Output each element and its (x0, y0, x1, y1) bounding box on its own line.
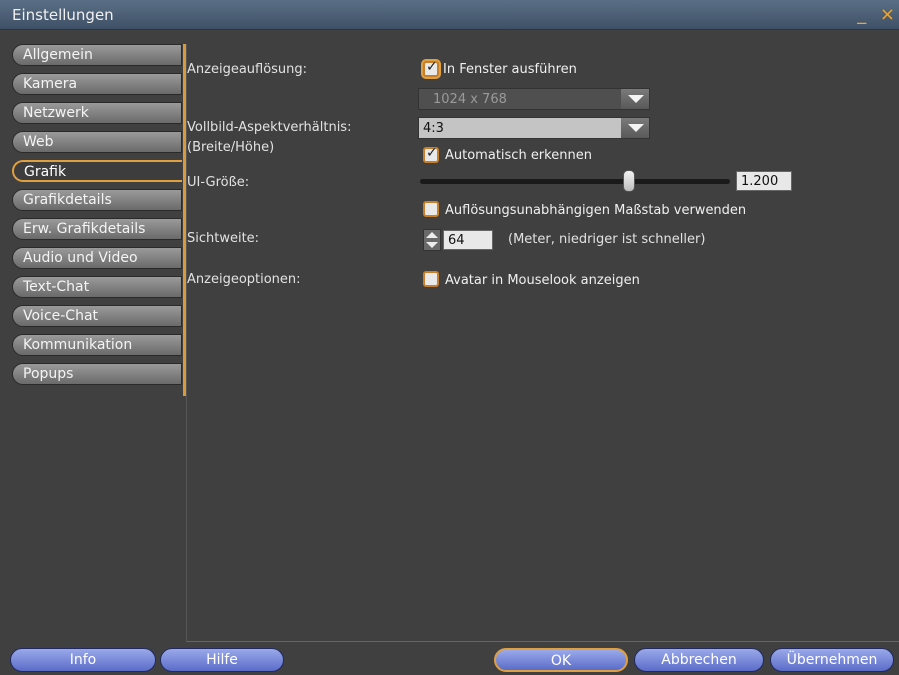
window-title: Einstellungen (12, 6, 114, 24)
resolution-select-value: 1024 x 768 (433, 92, 507, 107)
mouselook-checkbox[interactable] (423, 271, 439, 287)
resolution-independent-checkbox[interactable] (423, 201, 439, 217)
arrow-down-icon[interactable] (426, 242, 438, 248)
info-button[interactable]: Info (10, 648, 156, 672)
checkmark-icon: ✓ (426, 145, 438, 161)
tab-popups[interactable]: Popups (12, 363, 182, 385)
aspect-select[interactable]: 4:3 (418, 117, 650, 139)
title-bar[interactable]: Einstellungen _ × (0, 0, 899, 30)
ok-button[interactable]: OK (494, 648, 628, 672)
tab-kommunikation[interactable]: Kommunikation (12, 334, 182, 356)
draw-distance-input[interactable]: 64 (443, 230, 493, 250)
ui-size-label: UI-Größe: (187, 175, 250, 190)
apply-button[interactable]: Übernehmen (770, 648, 894, 672)
arrow-up-icon[interactable] (426, 232, 438, 238)
auto-detect-checkbox-label: Automatisch erkennen (445, 148, 592, 163)
draw-distance-label: Sichtweite: (187, 231, 260, 246)
tab-allgemein[interactable]: Allgemein (12, 44, 182, 66)
aspect-select-value: 4:3 (423, 121, 444, 136)
display-options-label: Anzeigeoptionen: (187, 272, 301, 287)
checkmark-icon: ✓ (426, 59, 438, 75)
tab-erw-grafikdetails[interactable]: Erw. Grafikdetails (12, 218, 182, 240)
preferences-window: Einstellungen _ × Allgemein Kamera Netzw… (0, 0, 899, 675)
ui-size-value[interactable]: 1.200 (736, 171, 792, 191)
tab-grafikdetails[interactable]: Grafikdetails (12, 189, 182, 211)
tab-web[interactable]: Web (12, 131, 182, 153)
tab-grafik[interactable]: Grafik (12, 160, 182, 182)
tab-voice-chat[interactable]: Voice-Chat (12, 305, 182, 327)
aspect-label: Vollbild-Aspektverhältnis: (187, 120, 352, 135)
help-button[interactable]: Hilfe (160, 648, 284, 672)
cancel-button[interactable]: Abbrechen (634, 648, 764, 672)
resolution-label: Anzeigeauflösung: (187, 62, 308, 77)
aspect-sublabel: (Breite/Höhe) (187, 140, 275, 155)
tab-netzwerk[interactable]: Netzwerk (12, 102, 182, 124)
windowed-checkbox[interactable]: ✓ (423, 59, 439, 77)
resolution-select[interactable]: 1024 x 768 (418, 88, 650, 110)
tab-audio-und-video[interactable]: Audio und Video (12, 247, 182, 269)
ui-size-slider-thumb[interactable] (623, 170, 635, 192)
ui-size-slider-track[interactable] (420, 179, 730, 184)
category-sidebar: Allgemein Kamera Netzwerk Web Grafik Gra… (0, 44, 186, 642)
window-controls[interactable]: _ × (857, 4, 899, 25)
chevron-down-icon (621, 118, 649, 138)
tab-kamera[interactable]: Kamera (12, 73, 182, 95)
draw-distance-hint: (Meter, niedriger ist schneller) (508, 232, 706, 247)
mouselook-checkbox-label: Avatar in Mouselook anzeigen (445, 273, 640, 288)
auto-detect-checkbox[interactable]: ✓ (423, 145, 439, 163)
draw-distance-spinner[interactable] (423, 229, 441, 251)
resolution-independent-checkbox-label: Auflösungsunabhängigen Maßstab verwenden (445, 203, 747, 218)
chevron-down-icon (621, 89, 649, 109)
windowed-checkbox-label: In Fenster ausführen (443, 62, 577, 77)
graphics-panel: Anzeigeauflösung: ✓ In Fenster ausführen… (186, 44, 899, 642)
tab-text-chat[interactable]: Text-Chat (12, 276, 182, 298)
